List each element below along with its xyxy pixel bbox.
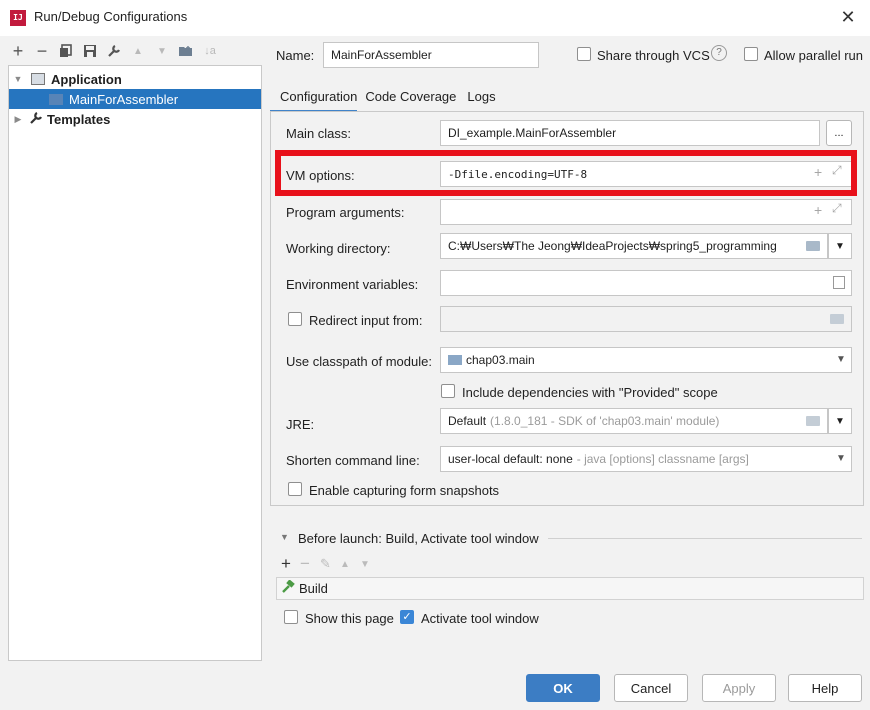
classpath-module-label: Use classpath of module: (286, 354, 432, 369)
form-snapshots-checkbox[interactable] (288, 482, 302, 496)
add-task-icon[interactable]: + (281, 554, 291, 574)
add-icon[interactable]: + (8, 41, 28, 61)
tree-item-application[interactable]: ▼ Application (9, 69, 261, 89)
redirect-input-label: Redirect input from: (309, 313, 423, 328)
config-toolbar: + − ▲ ▼ ↓a (8, 40, 220, 62)
allow-parallel-checkbox[interactable] (744, 47, 758, 61)
main-class-input[interactable]: DI_example.MainForAssembler (440, 120, 820, 146)
allow-parallel-label: Allow parallel run (764, 48, 863, 63)
collapse-arrow-icon[interactable]: ▼ (280, 532, 289, 542)
shorten-command-line-label: Shorten command line: (286, 453, 420, 468)
include-dependencies-label: Include dependencies with "Provided" sco… (462, 385, 718, 400)
jre-detail: (1.8.0_181 - SDK of 'chap03.main' module… (490, 414, 720, 428)
tree-item-label: Templates (47, 111, 111, 127)
remove-task-icon[interactable]: − (300, 554, 310, 574)
program-arguments-input[interactable] (440, 199, 852, 225)
show-page-label: Show this page (305, 611, 394, 626)
tab-configuration[interactable]: Configuration (270, 85, 358, 113)
application-icon (31, 73, 45, 85)
folder-icon[interactable] (806, 416, 820, 426)
copy-icon[interactable] (56, 41, 76, 61)
tree-item-label: Application (51, 71, 122, 87)
folder-icon (830, 314, 844, 324)
section-divider (548, 538, 862, 539)
wrench-icon[interactable] (104, 41, 124, 61)
shorten-detail: - java [options] classname [args] (576, 452, 749, 466)
move-up-icon[interactable]: ▲ (128, 41, 148, 61)
working-directory-input[interactable]: C:₩Users₩The Jeong₩IdeaProjects₩spring5_… (440, 233, 828, 259)
show-page-checkbox[interactable] (284, 610, 298, 624)
folder-icon[interactable] (806, 241, 820, 251)
apply-button[interactable]: Apply (702, 674, 776, 702)
list-item[interactable]: Build (276, 578, 864, 599)
shorten-command-line-select[interactable]: user-local default: none - java [options… (440, 446, 852, 472)
help-button[interactable]: Help (788, 674, 862, 702)
name-input[interactable]: MainForAssembler (323, 42, 539, 68)
share-vcs-checkbox[interactable] (577, 47, 591, 61)
jre-dropdown[interactable]: ▼ (828, 408, 852, 434)
tree-item-label: MainForAssembler (69, 91, 179, 107)
config-tree[interactable]: ▼ Application MainForAssembler ▶ Templat… (8, 65, 262, 661)
cancel-button[interactable]: Cancel (614, 674, 688, 702)
working-directory-label: Working directory: (286, 241, 391, 256)
activate-tool-window-checkbox[interactable]: ✓ (400, 610, 414, 624)
classpath-module-value: chap03.main (466, 353, 535, 367)
list-item-label: Build (299, 581, 328, 596)
intellij-app-icon: IJ (10, 10, 26, 26)
share-vcs-label: Share through VCS (597, 48, 710, 63)
jre-value: Default (448, 414, 487, 428)
edit-task-icon[interactable]: ✎ (320, 556, 331, 572)
highlight-annotation-box (275, 150, 857, 196)
collapse-arrow-icon[interactable]: ▶ (11, 114, 25, 125)
working-directory-dropdown[interactable]: ▼ (828, 233, 852, 259)
tree-item-mainforassembler[interactable]: MainForAssembler (9, 89, 261, 109)
include-dependencies-checkbox[interactable] (441, 384, 455, 398)
activate-tool-window-label: Activate tool window (421, 611, 539, 626)
tab-code-coverage[interactable]: Code Coverage (357, 85, 459, 113)
help-icon[interactable]: ? (711, 45, 727, 61)
hammer-icon (281, 579, 295, 597)
form-snapshots-label: Enable capturing form snapshots (309, 483, 500, 498)
redirect-input-checkbox[interactable] (288, 312, 302, 326)
tree-item-templates[interactable]: ▶ Templates (9, 109, 261, 129)
expand-arrow-icon[interactable]: ▼ (11, 74, 25, 84)
app-config-icon (49, 93, 63, 105)
title-bar: IJ Run/Debug Configurations ✕ (0, 0, 870, 36)
expand-field-icon[interactable]: ⤢ (832, 201, 842, 216)
config-tabs: Configuration Code Coverage Logs (270, 85, 499, 113)
shorten-value: user-local default: none (448, 452, 573, 466)
remove-icon[interactable]: − (32, 41, 52, 61)
jre-select[interactable]: Default (1.8.0_181 - SDK of 'chap03.main… (440, 408, 828, 434)
browse-main-class-button[interactable]: ... (826, 120, 852, 146)
edit-env-vars-icon[interactable] (833, 276, 845, 289)
environment-variables-label: Environment variables: (286, 277, 419, 292)
jre-label: JRE: (286, 417, 315, 432)
ok-button[interactable]: OK (526, 674, 600, 702)
wrench-icon (29, 111, 43, 128)
classpath-module-select[interactable]: chap03.main (440, 347, 852, 373)
expand-plus-icon[interactable]: + (814, 202, 822, 218)
before-launch-title: Before launch: Build, Activate tool wind… (298, 531, 539, 546)
redirect-input-field (440, 306, 852, 332)
close-icon[interactable]: ✕ (836, 5, 860, 29)
window-title: Run/Debug Configurations (34, 9, 188, 24)
move-up-icon[interactable]: ▲ (340, 559, 350, 570)
sort-icon[interactable]: ↓a (200, 41, 220, 61)
save-icon[interactable] (80, 41, 100, 61)
tab-logs[interactable]: Logs (459, 85, 498, 113)
main-class-label: Main class: (286, 126, 352, 141)
move-down-icon[interactable]: ▼ (152, 41, 172, 61)
move-down-icon[interactable]: ▼ (360, 559, 370, 570)
folder-icon[interactable] (176, 41, 196, 61)
name-label: Name: (276, 48, 315, 63)
chevron-down-icon[interactable]: ▼ (836, 354, 846, 365)
chevron-down-icon[interactable]: ▼ (836, 453, 846, 464)
module-icon (448, 355, 462, 365)
environment-variables-input[interactable] (440, 270, 852, 296)
program-arguments-label: Program arguments: (286, 205, 405, 220)
